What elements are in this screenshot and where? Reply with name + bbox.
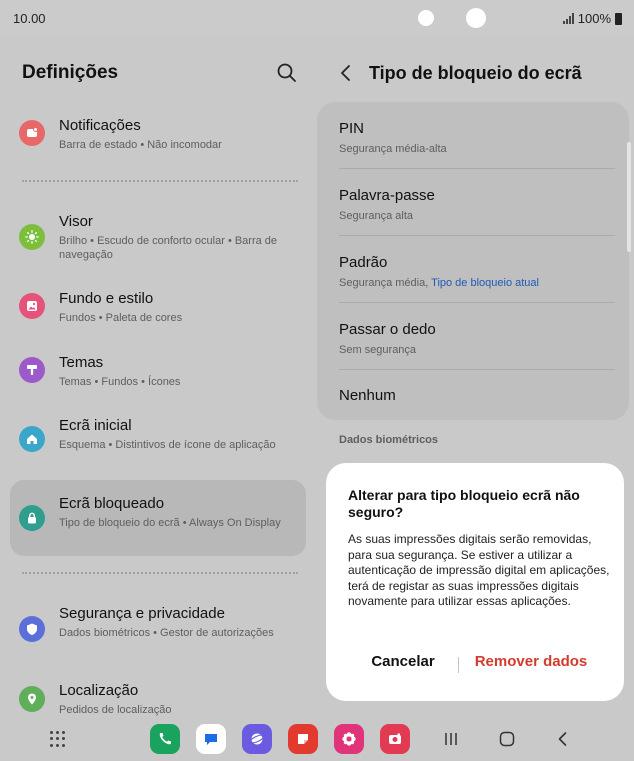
option-label: Palavra-passe bbox=[339, 187, 435, 204]
menu-item-subtitle: Tipo de bloqueio do ecrã • Always On Dis… bbox=[59, 517, 281, 529]
confirm-dialog: Alterar para tipo bloqueio ecrã não segu… bbox=[326, 463, 624, 701]
recent-apps-icon[interactable] bbox=[442, 730, 460, 748]
option-label: PIN bbox=[339, 120, 365, 137]
menu-item-subtitle: Temas • Fundos • Ícones bbox=[59, 376, 181, 388]
settings-item-themes[interactable]: Temas Temas • Fundos • Ícones bbox=[10, 344, 306, 396]
signal-icon bbox=[562, 13, 574, 24]
taskbar bbox=[0, 718, 634, 761]
option-label: Padrão bbox=[339, 254, 388, 271]
front-camera-icon bbox=[466, 8, 486, 28]
menu-item-label: Visor bbox=[59, 213, 93, 230]
menu-item-label: Fundo e estilo bbox=[59, 290, 154, 307]
phone-app-icon[interactable] bbox=[150, 724, 180, 754]
option-subtitle: Sem segurança bbox=[339, 344, 417, 356]
dialog-message: As suas impressões digitais serão removi… bbox=[348, 532, 610, 608]
battery-percent: 100% bbox=[577, 11, 611, 26]
home-button-icon[interactable] bbox=[498, 730, 516, 748]
menu-item-subtitle: Dados biométricos • Gestor de autorizaçõ… bbox=[59, 627, 274, 639]
option-subtitle: Segurança média-alta bbox=[339, 143, 447, 155]
divider bbox=[339, 369, 615, 370]
location-icon bbox=[19, 686, 45, 712]
menu-item-label: Localização bbox=[59, 682, 139, 699]
lock-option-pin[interactable]: PIN Segurança média-alta bbox=[339, 120, 615, 155]
dialog-title: Alterar para tipo bloqueio ecrã não segu… bbox=[348, 487, 580, 520]
notes-app-icon[interactable] bbox=[288, 724, 318, 754]
divider bbox=[22, 180, 298, 182]
settings-item-security[interactable]: Segurança e privacidade Dados biométrico… bbox=[10, 596, 306, 662]
section-header-biometrics: Dados biométricos bbox=[339, 434, 439, 446]
cancel-button[interactable]: Cancelar bbox=[350, 653, 456, 677]
lock-option-password[interactable]: Palavra-passe Segurança alta bbox=[339, 187, 615, 222]
camera-app-icon[interactable] bbox=[380, 724, 410, 754]
back-button-icon[interactable] bbox=[554, 730, 572, 748]
lock-option-swipe[interactable]: Passar o dedo Sem segurança bbox=[339, 321, 615, 356]
home-icon bbox=[19, 426, 45, 452]
page-title: Definições bbox=[22, 62, 119, 83]
menu-item-label: Ecrã inicial bbox=[59, 417, 132, 434]
settings-item-lock-screen[interactable]: Ecrã bloqueado Tipo de bloqueio do ecrã … bbox=[10, 480, 306, 556]
menu-item-label: Segurança e privacidade bbox=[59, 605, 225, 622]
status-indicators: 100% bbox=[562, 11, 622, 26]
option-subtitle: Segurança alta bbox=[339, 210, 413, 222]
divider bbox=[339, 302, 615, 303]
lock-option-none[interactable]: Nenhum bbox=[339, 387, 615, 404]
status-bar: 10.00 100% bbox=[0, 0, 634, 36]
front-camera-icon bbox=[418, 10, 434, 26]
status-time: 10.00 bbox=[13, 11, 46, 26]
lock-option-pattern[interactable]: Padrão Segurança média, Tipo de bloqueio… bbox=[339, 254, 615, 289]
shield-icon bbox=[19, 616, 45, 642]
settings-item-display[interactable]: Visor Brilho • Escudo de conforto ocular… bbox=[10, 204, 306, 270]
settings-item-notifications[interactable]: Notificações Barra de estado • Não incom… bbox=[10, 108, 306, 158]
messages-app-icon[interactable] bbox=[196, 724, 226, 754]
menu-item-subtitle: Esquema • Distintivos de ícone de aplica… bbox=[59, 439, 276, 451]
sun-icon bbox=[19, 224, 45, 250]
page-title: Tipo de bloqueio do ecrã bbox=[369, 63, 582, 83]
lock-options-card: PIN Segurança média-alta Palavra-passe S… bbox=[317, 102, 629, 420]
current-lock-type-label: Tipo de bloqueio atual bbox=[431, 277, 539, 289]
divider bbox=[22, 572, 298, 574]
internet-app-icon[interactable] bbox=[242, 724, 272, 754]
search-icon[interactable] bbox=[276, 62, 298, 84]
menu-item-subtitle: Barra de estado • Não incomodar bbox=[59, 139, 222, 151]
menu-item-label: Ecrã bloqueado bbox=[59, 495, 165, 512]
menu-item-subtitle: Fundos • Paleta de cores bbox=[59, 312, 183, 324]
option-subtitle-text: Segurança média, bbox=[339, 277, 432, 289]
divider bbox=[339, 235, 615, 236]
menu-item-label: Temas bbox=[59, 354, 104, 371]
settings-item-home-screen[interactable]: Ecrã inicial Esquema • Distintivos de íc… bbox=[10, 406, 306, 472]
brush-icon bbox=[19, 357, 45, 383]
option-label: Passar o dedo bbox=[339, 321, 436, 338]
button-separator bbox=[458, 657, 459, 673]
scrollbar[interactable] bbox=[627, 142, 631, 252]
image-icon bbox=[19, 293, 45, 319]
option-subtitle: Segurança média, Tipo de bloqueio atual bbox=[339, 277, 615, 289]
menu-item-subtitle: Pedidos de localização bbox=[59, 704, 172, 716]
lock-icon bbox=[19, 505, 45, 531]
back-arrow-icon[interactable] bbox=[337, 64, 355, 82]
divider bbox=[339, 168, 615, 169]
menu-item-label: Notificações bbox=[59, 117, 141, 134]
battery-icon bbox=[615, 12, 622, 25]
menu-item-subtitle: Brilho • Escudo de conforto ocular • Bar… bbox=[59, 235, 278, 261]
remove-data-button[interactable]: Remover dados bbox=[466, 653, 596, 677]
bell-icon bbox=[19, 120, 45, 146]
gallery-app-icon[interactable] bbox=[334, 724, 364, 754]
settings-item-wallpaper[interactable]: Fundo e estilo Fundos • Paleta de cores bbox=[10, 280, 306, 332]
apps-grid-icon[interactable] bbox=[50, 731, 66, 747]
option-label: Nenhum bbox=[339, 387, 396, 404]
settings-pane: Definições Notificações Barra de estado … bbox=[0, 36, 317, 726]
